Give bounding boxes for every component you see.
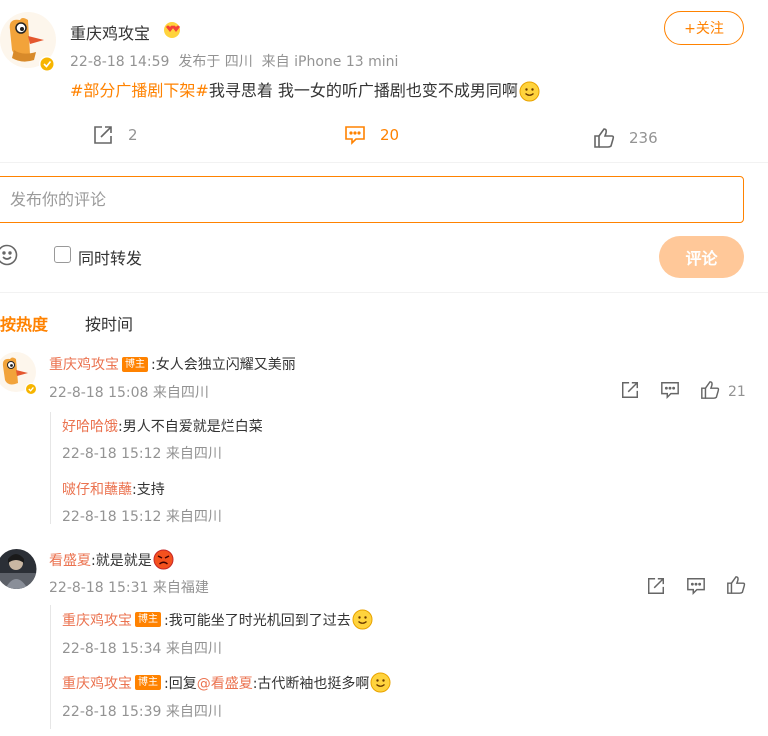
thumbs-up-icon: [593, 127, 615, 149]
sort-by-time-tab[interactable]: 按时间: [85, 311, 133, 335]
comment-time: 22-8-18 15:31 来自福建: [49, 580, 209, 596]
comment-time: 22-8-18 15:08 来自四川: [49, 385, 209, 401]
comment-like-count: 21: [728, 384, 746, 400]
comment: 重庆鸡攻宝 博主 :女人会独立闪耀又美丽: [49, 354, 296, 374]
reply-icon[interactable]: [686, 576, 706, 600]
repost-action[interactable]: 2: [92, 124, 138, 146]
repost-icon: [92, 124, 114, 146]
divider: [0, 292, 768, 293]
replier-name[interactable]: 重庆鸡攻宝: [62, 610, 132, 630]
reply-text: :我可能坐了时光机回到了过去: [164, 612, 351, 629]
emoji-picker-icon[interactable]: [0, 244, 18, 270]
fan-heart-icon: [162, 20, 182, 44]
thumbs-up-icon: [700, 380, 720, 404]
reply: 好哈哈饿 :男人不自爱就是烂白菜: [62, 416, 263, 436]
author-badge: 博主: [135, 675, 161, 690]
reply: 重庆鸡攻宝 博主 :回复 @看盛夏 :古代断袖也挺多啊: [62, 672, 391, 693]
reply-icon[interactable]: [660, 380, 680, 404]
reply-text: :男人不自爱就是烂白菜: [118, 419, 263, 435]
also-forward-checkbox[interactable]: [54, 246, 71, 263]
comment-input-box[interactable]: [0, 176, 744, 223]
divider: [0, 162, 768, 163]
reply: 重庆鸡攻宝 博主 :我可能坐了时光机回到了过去: [62, 609, 373, 630]
reply-text: :古代断袖也挺多啊: [252, 675, 370, 692]
comment-text: :女人会独立闪耀又美丽: [151, 357, 296, 373]
author-badge: 博主: [122, 356, 148, 372]
comment-action[interactable]: 20: [344, 124, 399, 146]
reply-time: 22-8-18 15:34 来自四川: [62, 641, 222, 657]
reply: 啵仔和蘸蘸 :支持: [62, 479, 165, 499]
reply-thread-line: [50, 605, 51, 729]
reply-time: 22-8-18 15:12 来自四川: [62, 509, 222, 525]
thumbs-up-icon[interactable]: [726, 575, 746, 599]
like-action[interactable]: 236: [593, 127, 658, 149]
post-meta: 22-8-18 14:59 发布于 四川 来自 iPhone 13 mini: [70, 54, 399, 70]
reply-text: :支持: [132, 482, 165, 498]
reply-time: 22-8-18 15:39 来自四川: [62, 704, 222, 720]
comment: 看盛夏 :就是就是: [49, 549, 174, 570]
smile-emoji-icon: [370, 672, 391, 693]
also-forward-label[interactable]: 同时转发: [78, 245, 142, 269]
smile-emoji-icon: [519, 81, 540, 102]
comment-text: :就是就是: [91, 552, 152, 569]
replier-name[interactable]: 重庆鸡攻宝: [62, 673, 132, 693]
share-icon[interactable]: [646, 576, 666, 600]
comment-icon: [344, 124, 366, 146]
replier-name[interactable]: 好哈哈饿: [62, 416, 118, 436]
comment-count: 20: [380, 126, 400, 144]
commenter-avatar[interactable]: [0, 547, 37, 595]
sort-by-hot-tab[interactable]: 按热度: [0, 311, 48, 335]
smile-emoji-icon: [352, 609, 373, 630]
commenter-name[interactable]: 看盛夏: [49, 550, 91, 570]
post-text: 我寻思着 我一女的听广播剧也变不成男同啊: [208, 81, 518, 100]
follow-button[interactable]: +关注: [664, 11, 744, 45]
author-badge: 博主: [135, 612, 161, 627]
reply-time: 22-8-18 15:12 来自四川: [62, 446, 222, 462]
commenter-avatar[interactable]: [0, 352, 40, 400]
commenter-name[interactable]: 重庆鸡攻宝: [49, 354, 119, 374]
submit-comment-button[interactable]: 评论: [659, 236, 744, 278]
comment-like[interactable]: 21: [700, 380, 746, 404]
replier-name[interactable]: 啵仔和蘸蘸: [62, 479, 132, 499]
share-icon[interactable]: [620, 380, 640, 404]
like-count: 236: [629, 129, 658, 147]
post-body: #部分广播剧下架#我寻思着 我一女的听广播剧也变不成男同啊: [70, 77, 540, 102]
repost-count: 2: [128, 126, 138, 144]
topic-link[interactable]: #部分广播剧下架#: [70, 81, 209, 100]
post-author-name[interactable]: 重庆鸡攻宝: [70, 20, 150, 44]
author-avatar[interactable]: [0, 10, 56, 72]
angry-emoji-icon: [153, 549, 174, 570]
reply-thread-line: [50, 412, 51, 524]
comment-input[interactable]: [10, 190, 730, 209]
reply-prefix: :回复: [164, 675, 197, 692]
mention-link[interactable]: @看盛夏: [197, 673, 253, 693]
